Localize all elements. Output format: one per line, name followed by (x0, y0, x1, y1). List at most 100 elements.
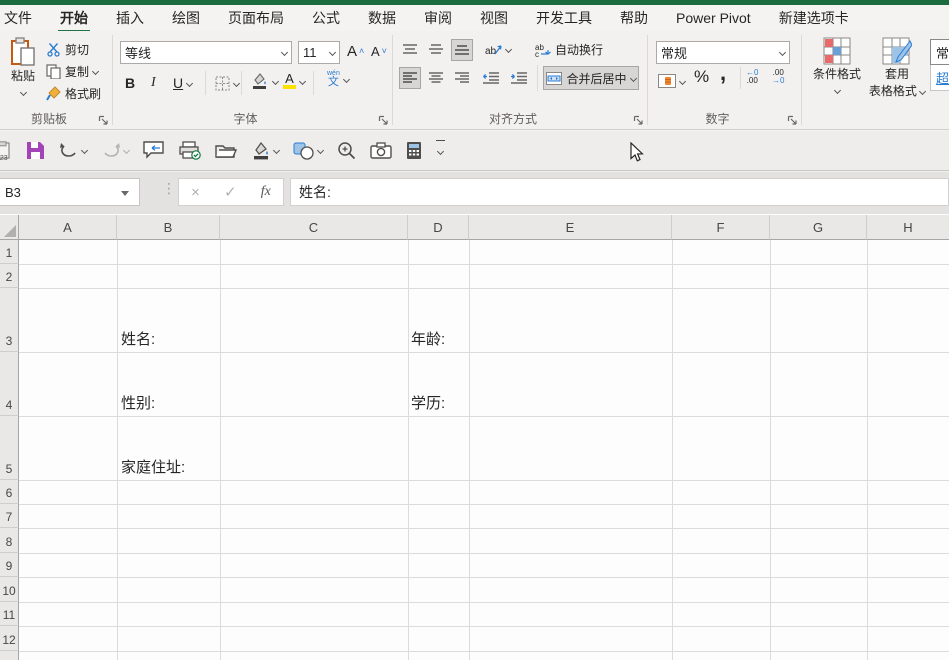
row-header-12[interactable]: 12 (0, 626, 19, 651)
format-painter-button[interactable]: 格式刷 (44, 83, 103, 103)
align-right-button[interactable] (451, 67, 473, 89)
row-header-5[interactable]: 5 (0, 416, 19, 480)
tab-new-tab[interactable]: 新建选项卡 (765, 4, 863, 32)
grow-font-button[interactable]: A˄ (345, 41, 366, 61)
redo-button[interactable] (94, 136, 136, 166)
tab-view[interactable]: 视图 (466, 4, 522, 32)
number-dialog-launcher-icon[interactable] (787, 115, 798, 126)
increase-decimal-button[interactable]: ←0 .00 (746, 69, 758, 85)
bold-button[interactable]: B (123, 73, 137, 93)
row-header-8[interactable]: 8 (0, 528, 19, 553)
tab-power-pivot[interactable]: Power Pivot (662, 6, 765, 30)
new-comment-button[interactable] (136, 136, 172, 166)
row-header-13[interactable] (0, 651, 19, 660)
column-header-d[interactable]: D (408, 215, 469, 240)
comma-style-button[interactable]: , (718, 63, 728, 83)
zoom-button[interactable] (330, 136, 363, 166)
align-middle-button[interactable] (425, 39, 447, 61)
cell-d3[interactable]: 年龄: (411, 330, 445, 350)
font-size-combobox[interactable]: 11 (298, 41, 340, 64)
enter-entry-button[interactable]: ✓ (224, 183, 237, 201)
formula-bar-handle[interactable]: ⋮ (162, 180, 175, 197)
shrink-font-button[interactable]: A˅ (369, 41, 389, 61)
column-header-g[interactable]: G (770, 215, 867, 240)
font-name-combobox[interactable]: 等线 (120, 41, 292, 64)
conditional-formatting-button[interactable]: 条件格式 (810, 37, 864, 100)
open-file-button[interactable] (208, 136, 244, 166)
align-center-button[interactable] (425, 67, 447, 89)
print-preview-button[interactable] (172, 136, 208, 166)
cancel-entry-button[interactable]: × (191, 184, 200, 201)
merge-center-button[interactable]: 合并后居中 (543, 66, 639, 90)
column-header-a[interactable]: A (19, 215, 117, 240)
insert-function-button[interactable]: fx (261, 184, 271, 200)
tab-draw[interactable]: 绘图 (158, 4, 214, 32)
qat-fill-color-button[interactable] (244, 136, 286, 166)
accounting-format-button[interactable] (656, 71, 687, 91)
shapes-button[interactable] (286, 136, 330, 166)
paste-values-button[interactable]: 123 (0, 136, 19, 166)
decrease-indent-button[interactable] (479, 67, 503, 89)
undo-icon (59, 142, 79, 159)
orientation-button[interactable]: ab (483, 39, 513, 59)
percent-style-button[interactable]: % (692, 67, 711, 87)
row-header-11[interactable]: 11 (0, 602, 19, 626)
phonetic-guide-button[interactable]: wén 文 (325, 69, 351, 89)
camera-button[interactable] (363, 136, 399, 166)
name-box[interactable]: B3 (0, 178, 140, 206)
cell-style-normal[interactable]: 常 (930, 39, 949, 65)
decrease-decimal-button[interactable]: .00 →0 (772, 69, 784, 85)
column-header-f[interactable]: F (672, 215, 770, 240)
formula-input[interactable]: 姓名: (290, 178, 949, 206)
tab-file[interactable]: 文件 (0, 4, 46, 32)
column-header-c[interactable]: C (220, 215, 408, 240)
align-top-button[interactable] (399, 39, 421, 61)
row-header-6[interactable]: 6 (0, 480, 19, 504)
font-color-button[interactable]: A (281, 71, 307, 91)
align-bottom-button[interactable] (451, 39, 473, 61)
tab-insert[interactable]: 插入 (102, 4, 158, 32)
cell-style-hyperlink[interactable]: 超 (930, 65, 949, 91)
cell-b3[interactable]: 姓名: (121, 330, 155, 350)
tab-home[interactable]: 开始 (46, 4, 102, 32)
tab-help[interactable]: 帮助 (606, 4, 662, 32)
tab-page-layout[interactable]: 页面布局 (214, 4, 298, 32)
alignment-dialog-launcher-icon[interactable] (633, 115, 644, 126)
paste-button[interactable]: 粘贴 (6, 37, 40, 102)
undo-button[interactable] (52, 136, 94, 166)
increase-indent-button[interactable] (507, 67, 531, 89)
tab-review[interactable]: 审阅 (410, 4, 466, 32)
row-header-4[interactable]: 4 (0, 352, 19, 416)
font-dialog-launcher-icon[interactable] (378, 115, 389, 126)
clipboard-dialog-launcher-icon[interactable] (98, 115, 109, 126)
save-button[interactable] (19, 136, 52, 166)
fill-color-button[interactable] (249, 71, 280, 91)
format-as-table-button[interactable]: 套用 表格格式 (868, 37, 926, 99)
select-all-button[interactable] (0, 215, 19, 240)
tab-formulas[interactable]: 公式 (298, 4, 354, 32)
copy-button[interactable]: 复制 (44, 61, 100, 81)
italic-button[interactable]: I (149, 73, 158, 93)
row-header-10[interactable]: 10 (0, 577, 19, 602)
row-header-9[interactable]: 9 (0, 553, 19, 577)
column-header-b[interactable]: B (117, 215, 220, 240)
cell-d4[interactable]: 学历: (411, 394, 445, 414)
cell-b5[interactable]: 家庭住址: (121, 458, 185, 478)
zoom-in-icon (337, 141, 356, 160)
column-header-e[interactable]: E (469, 215, 672, 240)
row-header-7[interactable]: 7 (0, 504, 19, 528)
cut-button[interactable]: 剪切 (44, 39, 91, 59)
qat-overflow-button[interactable] (429, 136, 452, 166)
align-left-button[interactable] (399, 67, 421, 89)
wrap-text-button[interactable]: ab c 自动换行 (533, 39, 605, 59)
borders-button[interactable] (213, 73, 241, 93)
row-header-1[interactable]: 1 (0, 240, 19, 264)
tab-developer[interactable]: 开发工具 (522, 4, 606, 32)
calculator-button[interactable] (399, 136, 429, 166)
row-header-2[interactable]: 2 (0, 264, 19, 288)
column-header-h[interactable]: H (867, 215, 949, 240)
row-header-3[interactable]: 3 (0, 288, 19, 352)
underline-button[interactable]: U (171, 73, 194, 93)
cell-b4[interactable]: 性别: (121, 394, 155, 414)
tab-data[interactable]: 数据 (354, 4, 410, 32)
